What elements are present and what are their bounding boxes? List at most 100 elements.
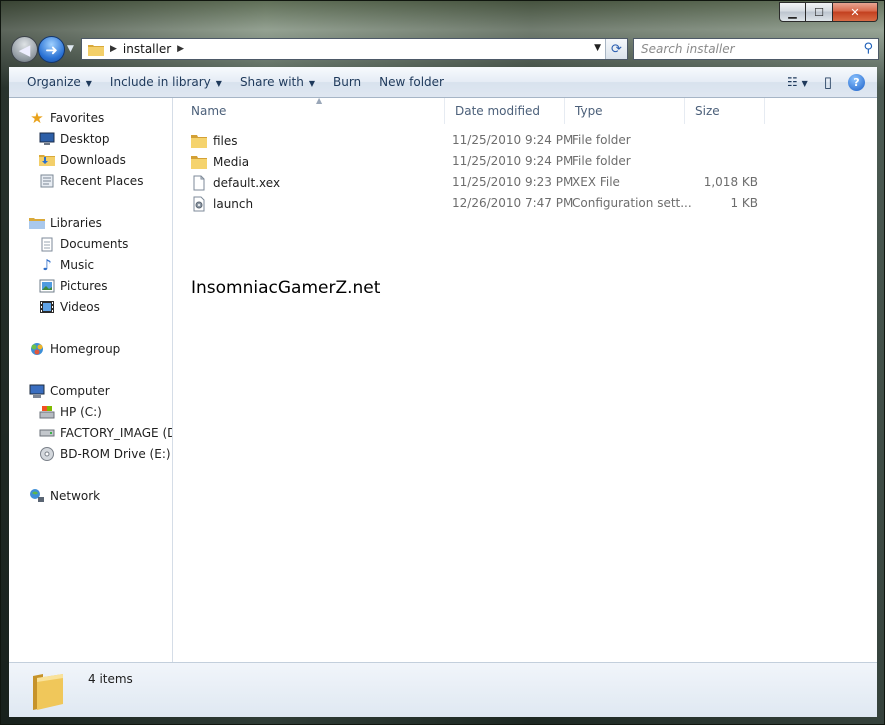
sidebar-item-label: Computer	[50, 384, 110, 398]
config-file-icon	[193, 196, 205, 212]
recent-pages-dropdown[interactable]: ▼	[67, 44, 74, 54]
file-size: 1,018 KB	[703, 175, 758, 189]
file-type: Configuration sett...	[572, 196, 692, 210]
back-button[interactable]: ◀	[11, 36, 38, 63]
file-row-media[interactable]: Media 11/25/2010 9:24 PM File folder	[181, 151, 781, 172]
sidebar-item-music[interactable]: ♪ Music	[39, 255, 94, 275]
sidebar-item-label: Favorites	[50, 111, 105, 125]
sidebar-item-bd-rom-e[interactable]: BD-ROM Drive (E:)	[39, 444, 171, 464]
refresh-button[interactable]: ⟳	[605, 39, 627, 59]
column-header-type[interactable]: Type	[565, 98, 685, 124]
disc-drive-icon	[39, 446, 55, 462]
details-pane: 4 items	[9, 662, 877, 717]
folder-icon	[191, 135, 207, 148]
breadcrumb-separator-end[interactable]: ▶	[177, 44, 184, 54]
desktop-icon	[39, 131, 55, 147]
include-in-library-label: Include in library	[109, 75, 211, 89]
file-row-launch[interactable]: launch 12/26/2010 7:47 PM Configuration …	[181, 193, 781, 214]
sidebar-item-label: Desktop	[60, 132, 110, 146]
file-row-files[interactable]: files 11/25/2010 9:24 PM File folder	[181, 130, 781, 151]
file-type: XEX File	[572, 175, 620, 189]
file-name: launch	[213, 197, 254, 211]
sidebar-item-videos[interactable]: Videos	[39, 297, 100, 317]
refresh-icon: ⟳	[611, 41, 622, 57]
close-button[interactable]: ✕	[833, 2, 878, 22]
sidebar-item-label: Pictures	[60, 279, 108, 293]
hard-drive-icon	[39, 404, 55, 420]
toolbar-right: ☷ ▼ ▯ ?	[787, 73, 865, 91]
sidebar-item-favorites[interactable]: ★ Favorites	[29, 108, 104, 128]
organize-button[interactable]: Organize ▼	[27, 75, 92, 89]
chevron-down-icon: ▼	[801, 79, 808, 88]
sidebar-item-label: Recent Places	[60, 174, 144, 188]
maximize-button[interactable]: ☐	[806, 2, 833, 22]
share-with-label: Share with	[239, 75, 304, 89]
address-bar[interactable]: ▶ installer ▶ ▼ ⟳	[81, 38, 628, 60]
explorer-window: ▁ ☐ ✕ ◀ ➜ ▼ ▶ installer ▶ ▼ ⟳ Search ins…	[0, 0, 885, 725]
new-folder-button[interactable]: New folder	[379, 75, 444, 89]
file-type: File folder	[572, 133, 631, 147]
watermark-text: InsomniacGamerZ.net	[191, 278, 381, 298]
folder-icon	[33, 674, 63, 710]
caption-buttons: ▁ ☐ ✕	[779, 2, 878, 22]
recent-places-icon	[39, 173, 55, 189]
help-button[interactable]: ?	[848, 73, 865, 91]
forward-button[interactable]: ➜	[38, 36, 65, 63]
search-icon[interactable]: ⚲	[863, 41, 873, 56]
sidebar-item-documents[interactable]: Documents	[39, 234, 128, 254]
navigation-bar: ◀ ➜ ▼ ▶ installer ▶ ▼ ⟳ Search installer…	[9, 35, 879, 63]
chevron-down-icon: ▼	[215, 79, 222, 88]
file-date: 11/25/2010 9:24 PM	[452, 133, 574, 147]
chevron-down-icon: ▼	[308, 79, 315, 88]
change-view-button[interactable]: ☷ ▼	[787, 75, 808, 89]
sidebar-item-label: Documents	[60, 237, 129, 251]
sidebar-item-recent-places[interactable]: Recent Places	[39, 171, 143, 191]
sidebar-item-label: Libraries	[50, 216, 102, 230]
column-header-name[interactable]: Name	[181, 98, 445, 124]
preview-pane-button[interactable]: ▯	[824, 73, 832, 91]
burn-button[interactable]: Burn	[333, 75, 361, 89]
network-icon	[29, 488, 45, 504]
organize-label: Organize	[27, 75, 81, 89]
videos-icon	[39, 299, 55, 315]
column-header-size[interactable]: Size	[685, 98, 765, 124]
file-icon	[193, 175, 205, 191]
folder-icon	[88, 44, 104, 56]
chevron-down-icon: ▼	[85, 79, 92, 88]
preview-pane-icon: ▯	[823, 73, 832, 91]
homegroup-icon	[29, 341, 45, 357]
downloads-folder-icon	[39, 152, 55, 168]
minimize-button[interactable]: ▁	[779, 2, 806, 22]
column-header-date-modified[interactable]: Date modified	[445, 98, 565, 124]
file-name-cell: launch	[191, 196, 253, 212]
sidebar-item-homegroup[interactable]: Homegroup	[29, 339, 120, 359]
sidebar-item-pictures[interactable]: Pictures	[39, 276, 108, 296]
file-row-default-xex[interactable]: default.xex 11/25/2010 9:23 PM XEX File …	[181, 172, 781, 193]
sidebar-item-label: Videos	[60, 300, 100, 314]
item-count: 4 items	[88, 672, 133, 686]
file-date: 11/25/2010 9:24 PM	[452, 154, 574, 168]
sidebar-item-label: Homegroup	[50, 342, 121, 356]
sidebar-item-hp-c[interactable]: HP (C:)	[39, 402, 102, 422]
navigation-pane: ★ Favorites Desktop Downloads Recent Pla…	[9, 98, 173, 662]
breadcrumb-separator[interactable]: ▶	[110, 44, 117, 54]
file-name-cell: Media	[191, 154, 249, 170]
file-date: 11/25/2010 9:23 PM	[452, 175, 574, 189]
file-size: 1 KB	[730, 196, 758, 210]
file-name-cell: default.xex	[191, 175, 280, 191]
address-dropdown-button[interactable]: ▼	[594, 43, 601, 53]
sidebar-item-computer[interactable]: Computer	[29, 381, 110, 401]
search-box[interactable]: Search installer ⚲	[633, 38, 879, 60]
file-name: Media	[213, 155, 250, 169]
share-with-button[interactable]: Share with ▼	[240, 75, 315, 89]
sidebar-item-desktop[interactable]: Desktop	[39, 129, 110, 149]
breadcrumb-installer[interactable]: installer	[123, 42, 171, 56]
music-icon: ♪	[42, 256, 52, 274]
sidebar-item-network[interactable]: Network	[29, 486, 100, 506]
computer-icon	[29, 383, 45, 399]
sidebar-item-factory-image-d[interactable]: FACTORY_IMAGE (D:	[39, 423, 172, 443]
include-in-library-button[interactable]: Include in library ▼	[110, 75, 222, 89]
sidebar-item-libraries[interactable]: Libraries	[29, 213, 102, 233]
sidebar-item-downloads[interactable]: Downloads	[39, 150, 126, 170]
search-input[interactable]: Search installer	[641, 42, 735, 56]
